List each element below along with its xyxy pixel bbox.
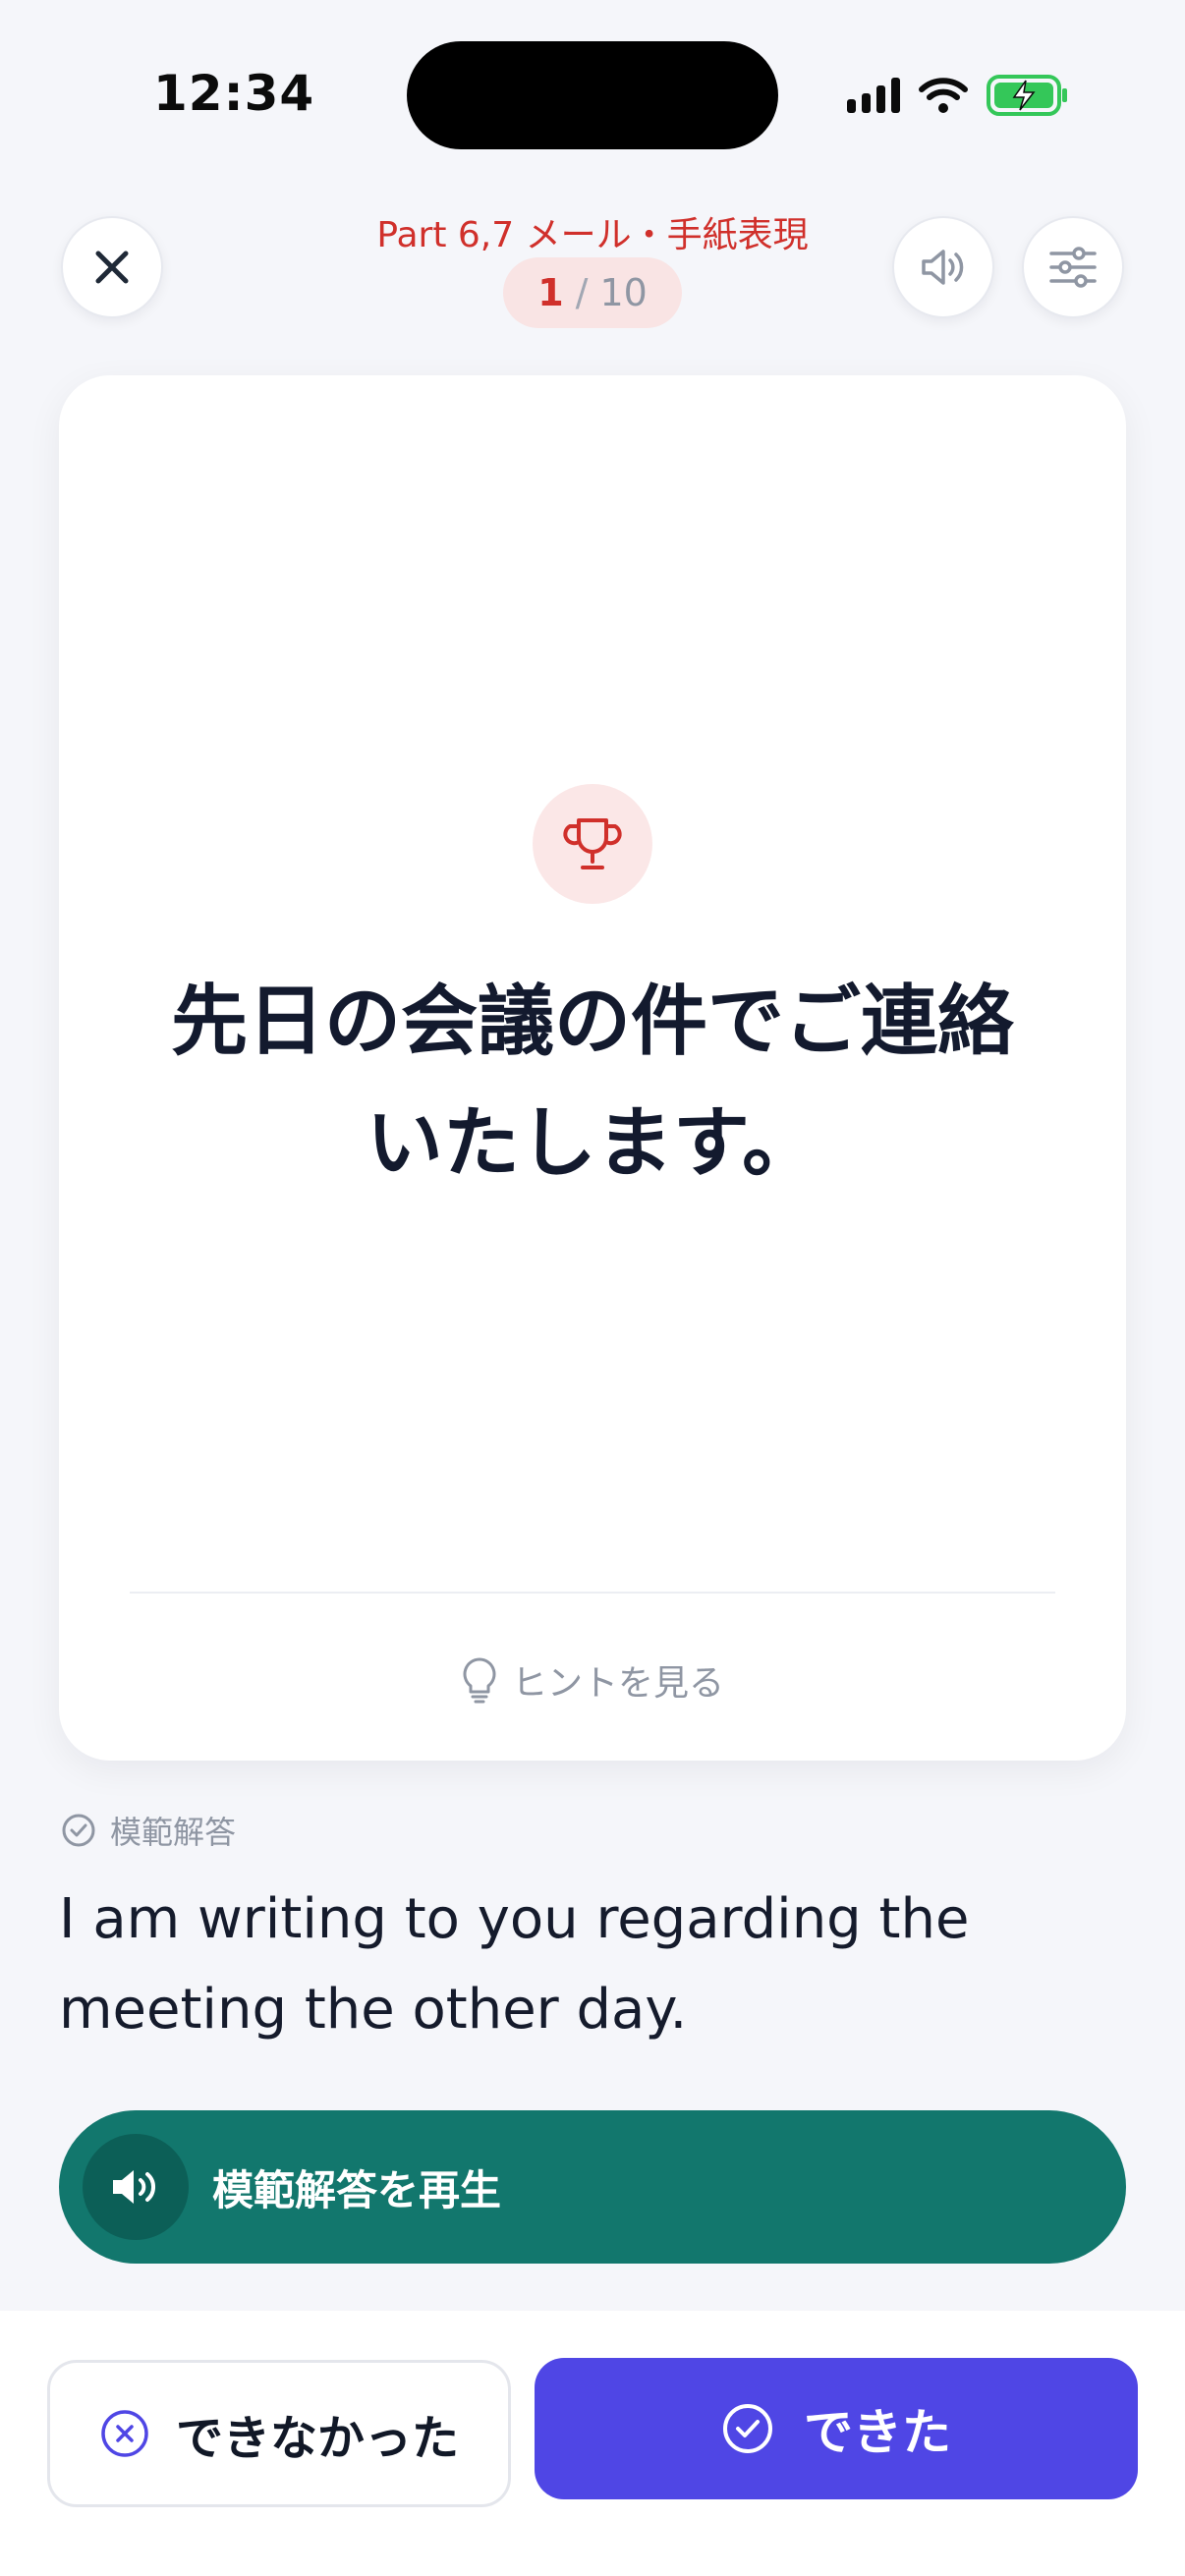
wifi-icon bbox=[919, 78, 968, 113]
category-title: Part 6,7 メール・手紙表現 bbox=[376, 215, 809, 255]
trophy-icon bbox=[563, 818, 622, 869]
progress-current: 1 bbox=[537, 271, 564, 314]
prompt-text: 先日の会議の件でご連絡 いたします。 bbox=[118, 961, 1067, 1204]
could-not-button[interactable]: できなかった bbox=[47, 2360, 511, 2507]
sliders-icon bbox=[1049, 247, 1097, 288]
hint-label: ヒントを見る bbox=[511, 1663, 724, 1704]
model-answer-text: I am writing to you regarding the meetin… bbox=[59, 1887, 970, 2042]
dynamic-island bbox=[407, 41, 778, 149]
lightbulb-icon bbox=[463, 1657, 496, 1704]
could-do-button[interactable]: できた bbox=[535, 2358, 1138, 2499]
play-model-answer-label: 模範解答を再生 bbox=[212, 2165, 502, 2214]
progress-counter: 1 / 10 bbox=[503, 257, 682, 328]
speaker-icon bbox=[922, 250, 964, 285]
close-icon bbox=[95, 251, 129, 284]
sound-toggle-button[interactable] bbox=[892, 216, 994, 318]
cellular-signal-icon bbox=[847, 78, 900, 113]
hint-button[interactable]: ヒントを見る bbox=[59, 1633, 1126, 1727]
could-not-label: できなかった bbox=[175, 2411, 459, 2466]
speaker-icon bbox=[113, 2170, 155, 2204]
flashcard[interactable]: 先日の会議の件でご連絡 いたします。 ヒントを見る bbox=[59, 375, 1126, 1761]
check-circle-icon bbox=[62, 1814, 95, 1847]
could-do-label: できた bbox=[804, 2404, 951, 2461]
card-divider bbox=[130, 1592, 1055, 1594]
progress-total: 10 bbox=[599, 271, 648, 314]
battery-charging-icon bbox=[987, 75, 1067, 116]
bottom-action-bar: できなかった できた bbox=[0, 2311, 1185, 2576]
status-icons bbox=[847, 73, 1069, 118]
trophy-badge bbox=[533, 784, 652, 904]
settings-button[interactable] bbox=[1022, 216, 1124, 318]
check-circle-icon bbox=[723, 2404, 772, 2453]
model-answer-label-text: 模範解答 bbox=[110, 1814, 237, 1851]
close-button[interactable] bbox=[61, 216, 163, 318]
progress-separator: / bbox=[575, 271, 589, 314]
screen: 12:34 Part 6,7 メール・手紙表現 1 / 10 先日の会議の件でご… bbox=[0, 0, 1185, 2576]
status-time: 12:34 bbox=[153, 65, 315, 122]
prompt-line-1: 先日の会議の件でご連絡 bbox=[170, 978, 1014, 1066]
x-circle-icon bbox=[101, 2410, 148, 2457]
play-model-answer-button[interactable]: 模範解答を再生 bbox=[59, 2110, 1126, 2264]
prompt-line-2: いたします。 bbox=[366, 1099, 819, 1188]
model-answer-label: 模範解答 bbox=[61, 1808, 236, 1853]
play-icon-container bbox=[83, 2134, 189, 2240]
